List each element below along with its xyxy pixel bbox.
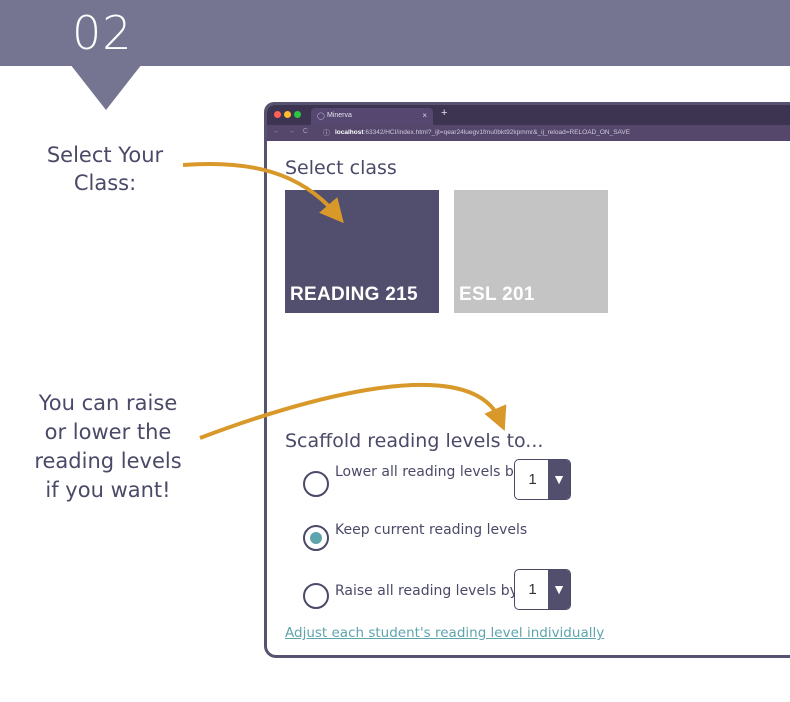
- class-card-reading-215[interactable]: READING 215: [285, 190, 439, 313]
- new-tab-icon[interactable]: +: [441, 107, 447, 119]
- browser-tab-bar: ◯ Minerva × +: [267, 105, 790, 125]
- callout-line: Select Your: [46, 143, 164, 167]
- callout-line: if you want!: [45, 478, 171, 502]
- adjust-individually-link[interactable]: Adjust each student's reading level indi…: [285, 625, 604, 641]
- callout-line: or lower the: [44, 420, 172, 444]
- chevron-down-icon[interactable]: ▼: [548, 570, 570, 609]
- keep-levels-label[interactable]: Keep current reading levels: [335, 522, 527, 538]
- select-class-title: Select class: [285, 157, 397, 179]
- class-card-label: ESL 201: [459, 284, 535, 305]
- page-content: Select class READING 215 ESL 201 Scaffol…: [267, 141, 790, 655]
- raise-levels-stepper[interactable]: 1 ▼: [514, 569, 571, 610]
- step-banner: 02: [0, 0, 790, 66]
- tab-title: Minerva: [327, 112, 352, 119]
- chevron-down-icon[interactable]: ▼: [548, 460, 570, 499]
- tab-close-icon[interactable]: ×: [422, 111, 427, 120]
- browser-window: ◯ Minerva × + ← → C ⓘ localhost:63342/HC…: [264, 102, 790, 658]
- scaffold-callout: You can raise or lower the reading level…: [8, 389, 208, 505]
- raise-levels-radio[interactable]: [303, 583, 329, 609]
- url-host: localhost: [335, 129, 364, 136]
- maximize-window-dot[interactable]: [294, 111, 301, 118]
- minimize-window-dot[interactable]: [284, 111, 291, 118]
- callout-line: reading levels: [34, 449, 182, 473]
- lower-levels-value[interactable]: 1: [515, 460, 550, 499]
- callout-line: Class:: [73, 171, 137, 195]
- raise-levels-label[interactable]: Raise all reading levels by: [335, 583, 518, 599]
- step-pointer: [70, 64, 142, 110]
- lower-levels-label[interactable]: Lower all reading levels by: [335, 464, 522, 480]
- url-text[interactable]: localhost:63342/HCI/index.html?_ijt=qear…: [335, 129, 630, 136]
- close-window-dot[interactable]: [274, 111, 281, 118]
- class-card-esl-201[interactable]: ESL 201: [454, 190, 608, 313]
- url-path: :63342/HCI/index.html?_ijt=qear24luegv1f…: [363, 129, 631, 136]
- callout-line: You can raise: [38, 391, 178, 415]
- lower-levels-stepper[interactable]: 1 ▼: [514, 459, 571, 500]
- address-bar[interactable]: ← → C ⓘ localhost:63342/HCI/index.html?_…: [267, 125, 790, 141]
- navigation-icons[interactable]: ← → C: [273, 128, 311, 135]
- keep-levels-radio[interactable]: [303, 525, 329, 551]
- info-icon: ⓘ: [323, 130, 330, 137]
- select-class-callout: Select Your Class:: [30, 141, 180, 197]
- lower-levels-radio[interactable]: [303, 471, 329, 497]
- browser-tab[interactable]: ◯ Minerva ×: [311, 108, 433, 125]
- scaffold-title: Scaffold reading levels to...: [285, 430, 544, 452]
- raise-levels-value[interactable]: 1: [515, 570, 550, 609]
- site-favicon-icon: ◯: [317, 113, 325, 120]
- class-card-label: READING 215: [290, 284, 418, 305]
- radio-selected-dot: [310, 532, 322, 544]
- step-number: 02: [72, 6, 133, 60]
